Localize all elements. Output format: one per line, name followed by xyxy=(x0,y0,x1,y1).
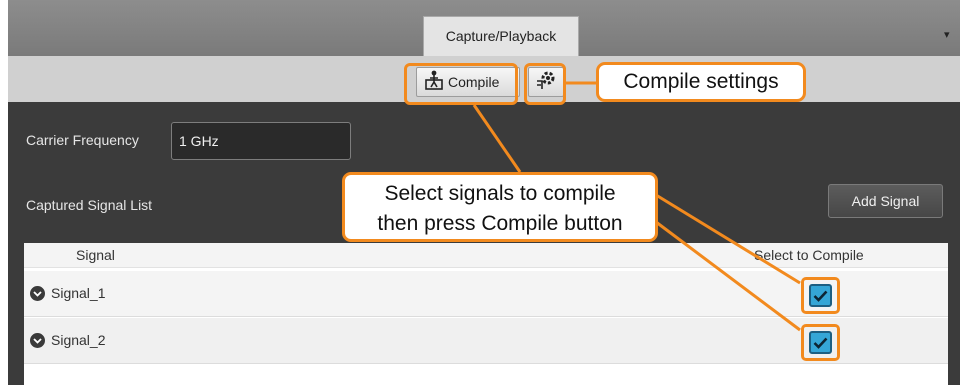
compile-button-highlight xyxy=(404,63,518,105)
callout-line-1: Select signals to compile xyxy=(384,182,616,205)
tab-capture-playback[interactable]: Capture/Playback xyxy=(423,16,579,56)
signal-name: Signal_1 xyxy=(51,285,106,301)
captured-signal-list-label: Captured Signal List xyxy=(26,197,153,213)
select-to-compile-checkbox[interactable] xyxy=(809,331,832,354)
column-header-select[interactable]: Select to Compile xyxy=(754,247,864,263)
settings-button-highlight xyxy=(524,63,566,105)
checkbox-highlight xyxy=(801,277,840,314)
signal-name: Signal_2 xyxy=(51,332,106,348)
select-signals-callout: Select signals to compile then press Com… xyxy=(342,172,658,242)
expand-chevron-icon[interactable] xyxy=(30,286,45,301)
expand-chevron-icon[interactable] xyxy=(30,333,45,348)
signal-table: Signal Select to Compile Signal_1 Signal… xyxy=(24,243,948,385)
tab-bar: Capture/Playback ▾ xyxy=(8,0,960,56)
table-row[interactable]: Signal_1 xyxy=(24,271,948,317)
checkbox-highlight xyxy=(801,324,840,361)
table-header: Signal Select to Compile xyxy=(24,243,948,268)
column-header-signal[interactable]: Signal xyxy=(76,247,115,263)
left-margin xyxy=(0,0,8,385)
add-signal-button[interactable]: Add Signal xyxy=(828,184,943,218)
carrier-frequency-input[interactable]: 1 GHz xyxy=(171,122,351,160)
select-to-compile-checkbox[interactable] xyxy=(809,284,832,307)
compile-settings-callout: Compile settings xyxy=(596,62,806,102)
table-row[interactable]: Signal_2 xyxy=(24,318,948,364)
carrier-frequency-label: Carrier Frequency xyxy=(26,132,139,148)
callout-line-2: then press Compile button xyxy=(377,212,623,235)
tab-dropdown-icon[interactable]: ▾ xyxy=(944,28,950,41)
